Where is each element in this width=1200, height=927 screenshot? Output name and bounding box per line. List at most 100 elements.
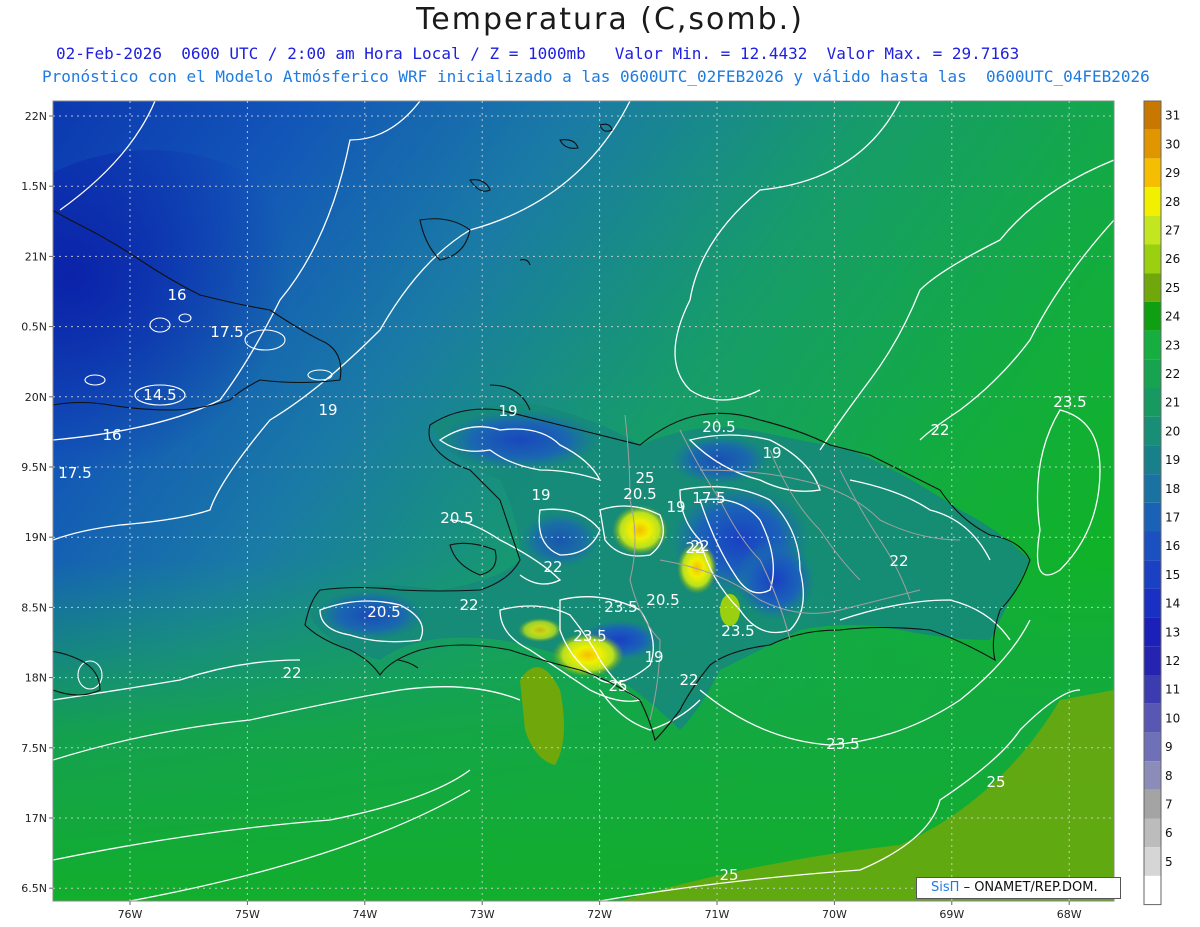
colorbar-swatch	[1144, 818, 1161, 848]
contour-label: 20.5	[367, 603, 400, 621]
contour-label: 23.5	[604, 598, 637, 616]
contour-label: 16	[167, 286, 186, 304]
colorbar-label: 31	[1165, 109, 1180, 123]
lat-tick-label: 21N	[25, 250, 47, 263]
contour-label: 20.5	[623, 485, 656, 503]
colorbar-label: 12	[1165, 654, 1180, 668]
colorbar-swatch	[1144, 101, 1161, 130]
colorbar-swatch	[1144, 646, 1161, 675]
lat-tick-label: 22N	[25, 110, 47, 123]
lon-tick-label: 72W	[587, 908, 612, 921]
contour-label: 20.5	[440, 509, 473, 527]
colorbar-label: 29	[1165, 166, 1180, 180]
colorbar-swatch	[1144, 244, 1161, 274]
longitude-axis: 76W 75W 74W 73W 72W 71W 70W 69W 68W	[118, 901, 1082, 921]
colorbar-label: 13	[1165, 625, 1180, 639]
colorbar-swatch	[1144, 875, 1161, 905]
contour-label: 17.5	[58, 464, 91, 482]
latitude-axis: 22N 1.5N 21N 0.5N 20N 9.5N 19N 8.5N 18N 7.5N 17N 6.…	[21, 110, 53, 895]
lat-tick-label: 6.5N	[21, 882, 47, 895]
colorbar-label: 14	[1165, 597, 1180, 611]
colorbar-swatch	[1144, 502, 1161, 532]
colorbar-label: 5	[1165, 855, 1173, 869]
contour-label: 25	[986, 773, 1005, 791]
contour-label: 16	[102, 426, 121, 444]
lon-tick-label: 74W	[352, 908, 377, 921]
colorbar-label: 8	[1165, 769, 1173, 783]
colorbar-label: 10	[1165, 711, 1180, 725]
colorbar-swatch	[1144, 301, 1161, 331]
lon-tick-label: 70W	[822, 908, 847, 921]
colorbar-label: 7	[1165, 798, 1173, 812]
colorbar-swatch	[1144, 388, 1161, 417]
colorbar-label: 25	[1165, 281, 1180, 295]
contour-label: 22	[282, 664, 301, 682]
colorbar-swatch	[1144, 187, 1161, 216]
colorbar-swatch	[1144, 445, 1161, 475]
contour-label: 19	[762, 444, 781, 462]
lat-tick-label: 8.5N	[21, 601, 47, 614]
colorbar-label: 26	[1165, 252, 1180, 266]
colorbar-swatch	[1144, 474, 1161, 503]
lat-tick-label: 18N	[25, 672, 47, 685]
lat-tick-label: 1.5N	[21, 180, 47, 193]
contour-label: 22	[685, 539, 704, 557]
colorbar-label: 15	[1165, 568, 1180, 582]
contour-label: 22	[889, 552, 908, 570]
colorbar-swatch	[1144, 617, 1161, 647]
hot-spot-north	[612, 505, 668, 555]
credit-box: SisΠ – ONAMET/REP.DOM.	[916, 877, 1121, 899]
colorbar-label: 24	[1165, 310, 1180, 324]
colorbar-swatch	[1144, 588, 1161, 618]
lat-tick-label: 19N	[25, 531, 47, 544]
contour-label: 23.5	[1053, 393, 1086, 411]
colorbar-swatch	[1144, 129, 1161, 159]
colorbar-label: 22	[1165, 367, 1180, 381]
colorbar-label: 20	[1165, 424, 1180, 438]
contour-label: 19	[498, 402, 517, 420]
lat-tick-label: 9.5N	[21, 461, 47, 474]
contour-label: 19	[666, 498, 685, 516]
colorbar-label: 16	[1165, 539, 1180, 553]
colorbar-label: 19	[1165, 453, 1180, 467]
colorbar-label: 30	[1165, 137, 1180, 151]
colorbar-swatch	[1144, 158, 1161, 188]
contour-label: 25	[608, 677, 627, 695]
lon-tick-label: 71W	[705, 908, 730, 921]
lat-tick-label: 0.5N	[21, 321, 47, 334]
contour-label: 14.5	[143, 386, 176, 404]
colorbar-swatch	[1144, 789, 1161, 819]
contour-label: 19	[318, 401, 337, 419]
temperature-field	[53, 101, 1114, 901]
contour-label: 17.5	[210, 323, 243, 341]
colorbar-label: 6	[1165, 826, 1173, 840]
forecast-map: 22N 1.5N 21N 0.5N 20N 9.5N 19N 8.5N 18N 7.5N 17N 6.…	[21, 100, 1180, 921]
credit-text: – ONAMET/REP.DOM.	[963, 880, 1098, 895]
colorbar-swatch	[1144, 761, 1161, 790]
colorbar-swatch	[1144, 560, 1161, 589]
colorbar-swatch	[1144, 675, 1161, 704]
colorbar-swatch	[1144, 732, 1161, 762]
colorbar-swatch	[1144, 531, 1161, 561]
lon-tick-label: 69W	[939, 908, 964, 921]
colorbar: 31 30 29 28 27 26 25 24 23 22 21 20 19 18 17 16 15 14 13 12…	[1143, 100, 1180, 906]
contour-label: 22	[543, 558, 562, 576]
lon-tick-label: 76W	[118, 908, 143, 921]
colorbar-swatch	[1144, 847, 1161, 876]
colorbar-label: 9	[1165, 740, 1173, 754]
lat-tick-label: 20N	[25, 391, 47, 404]
colorbar-swatch	[1144, 359, 1161, 388]
contour-label: 22	[930, 421, 949, 439]
contour-label: 23.5	[721, 622, 754, 640]
lat-tick-label: 7.5N	[21, 742, 47, 755]
contour-label: 19	[531, 486, 550, 504]
brand-logo: SisΠ	[931, 880, 960, 895]
colorbar-swatch	[1144, 273, 1161, 302]
contour-label: 17.5	[692, 489, 725, 507]
colorbar-swatch	[1144, 703, 1161, 733]
lon-tick-label: 75W	[235, 908, 260, 921]
colorbar-label: 11	[1165, 683, 1180, 697]
contour-label: 23.5	[573, 627, 606, 645]
colorbar-label: 27	[1165, 224, 1180, 238]
contour-label: 25	[719, 866, 738, 884]
